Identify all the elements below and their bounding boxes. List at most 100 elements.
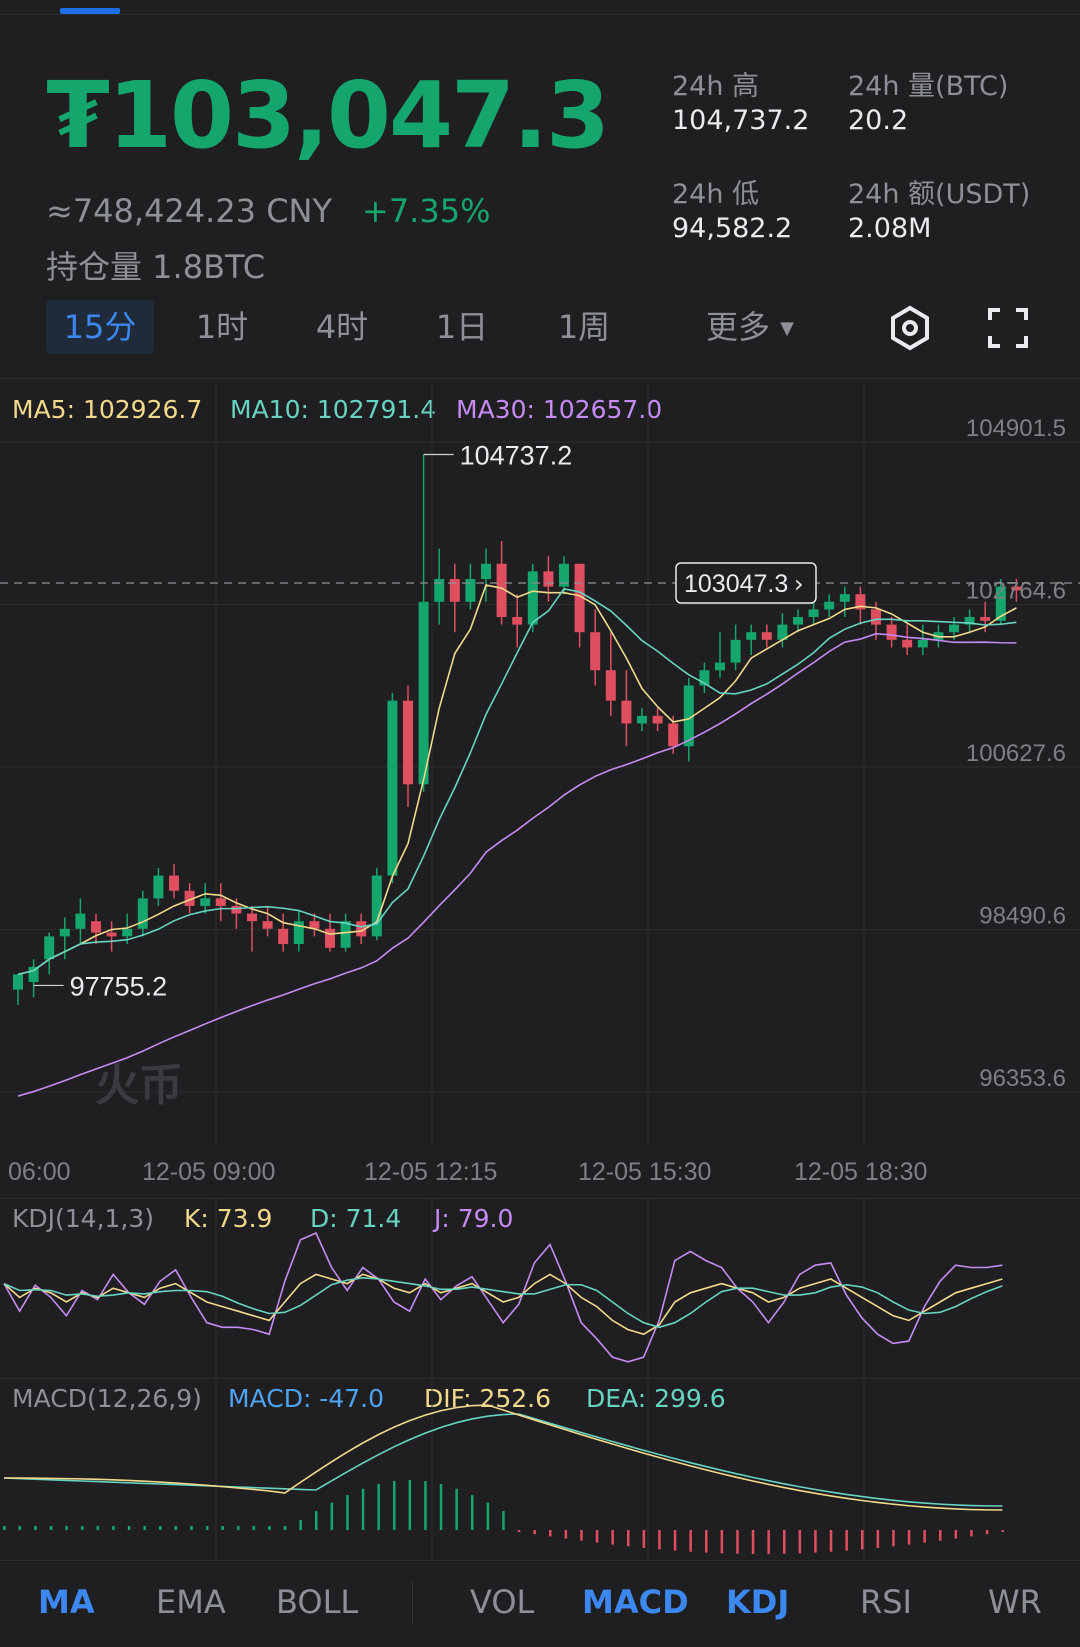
candle-body — [418, 601, 429, 785]
macd-histogram-bar — [330, 1502, 334, 1530]
candle-body — [59, 928, 70, 937]
candle-body — [902, 639, 913, 648]
macd-histogram-bar — [424, 1481, 427, 1530]
price-cny: ≈748,424.23 CNY — [46, 192, 333, 230]
macd-histogram-bar — [268, 1526, 271, 1530]
tab-ema[interactable]: EMA — [156, 1583, 226, 1621]
time-axis-label: 12-05 15:30 — [578, 1158, 712, 1186]
tab-wr[interactable]: WR — [988, 1583, 1042, 1621]
candle-body — [247, 913, 257, 922]
candle-body — [730, 639, 741, 663]
candle-body — [512, 617, 523, 625]
macd-histogram-bar — [611, 1530, 614, 1545]
tab-rsi[interactable]: RSI — [860, 1583, 912, 1621]
kdj-j-line — [3, 1231, 1003, 1363]
candle-body — [481, 563, 491, 579]
candle-body — [793, 617, 803, 625]
tab-1h[interactable]: 1时 — [180, 300, 264, 354]
candle-body — [169, 875, 179, 891]
macd-histogram-bar — [252, 1526, 256, 1530]
candle-body — [75, 913, 86, 929]
macd-dif-line — [3, 1404, 1003, 1511]
stat-24h-volume: 24h 量(BTC) 20.2 — [848, 64, 1008, 136]
macd-histogram-bar — [315, 1511, 318, 1530]
macd-histogram-bar — [985, 1530, 989, 1535]
macd-histogram-bar — [595, 1530, 599, 1543]
fullscreen-icon[interactable] — [984, 304, 1032, 352]
candle-body — [605, 670, 616, 701]
macd-histogram-bar — [439, 1483, 443, 1530]
tab-vol[interactable]: VOL — [470, 1583, 534, 1621]
macd-histogram-bar — [127, 1526, 131, 1530]
candle-body — [325, 928, 335, 948]
macd-histogram-bar — [892, 1530, 895, 1547]
candle-body — [590, 632, 601, 671]
low-price-label: 97755.2 — [70, 971, 168, 1001]
macd-histogram-bar — [112, 1526, 115, 1530]
candle-body — [278, 928, 289, 944]
candlestick-chart[interactable]: 火币 104901.5 102764.6 100627.6 98490.6 96353.… — [0, 380, 1080, 1200]
macd-histogram-bar — [533, 1530, 536, 1535]
macd-histogram-bar — [81, 1526, 84, 1530]
macd-histogram-bar — [174, 1526, 178, 1530]
settings-icon[interactable] — [886, 304, 934, 352]
kdj-chart[interactable] — [0, 1198, 1080, 1378]
tab-more[interactable]: 更多 ▼ — [690, 300, 810, 354]
macd-histogram-bar — [954, 1530, 958, 1539]
chevron-right-icon: › — [794, 570, 804, 598]
candle-body — [746, 632, 757, 640]
candle-body — [200, 898, 211, 906]
candle-body — [340, 921, 351, 948]
macd-histogram-bar — [705, 1530, 708, 1553]
macd-histogram-bar — [455, 1488, 458, 1530]
indicator-tabs: MA EMA BOLL VOL MACD KDJ RSI WR — [0, 1560, 1080, 1647]
candle-body — [215, 898, 226, 906]
macd-histogram-bar — [923, 1530, 926, 1543]
macd-histogram-bar — [642, 1530, 646, 1548]
macd-histogram-bar — [689, 1530, 692, 1552]
macd-histogram-bar — [299, 1520, 302, 1530]
candle-body — [231, 905, 242, 914]
candle-body — [28, 966, 39, 983]
macd-histogram-bar — [393, 1481, 396, 1530]
tab-1w[interactable]: 1周 — [542, 300, 626, 354]
candle-body — [917, 639, 928, 648]
macd-histogram-bar — [861, 1530, 864, 1550]
tab-1d[interactable]: 1日 — [420, 300, 504, 354]
tab-kdj[interactable]: KDJ — [726, 1583, 789, 1621]
macd-histogram-bar — [205, 1526, 209, 1530]
macd-histogram-bar — [377, 1483, 380, 1530]
macd-histogram-bar — [767, 1530, 770, 1554]
tab-boll[interactable]: BOLL — [276, 1583, 358, 1621]
change-percent: +7.35% — [362, 192, 491, 230]
candle-body — [949, 624, 959, 633]
tab-macd[interactable]: MACD — [582, 1583, 689, 1621]
tab-ma[interactable]: MA — [38, 1583, 95, 1621]
macd-dea-line — [3, 1413, 1003, 1507]
time-axis-label: 06:00 — [8, 1158, 71, 1186]
top-divider — [0, 14, 1080, 15]
macd-histogram-bar — [65, 1526, 68, 1530]
macd-histogram-bar — [361, 1488, 365, 1530]
macd-histogram-bar — [720, 1530, 724, 1554]
candle-body — [122, 928, 133, 937]
candle-body — [387, 700, 398, 876]
tab-4h[interactable]: 4时 — [300, 300, 384, 354]
candle-body — [91, 921, 101, 933]
tab-15m[interactable]: 15分 — [46, 300, 154, 354]
candle-body — [886, 624, 897, 640]
candle-body — [44, 936, 55, 960]
watermark-logo: 火币 — [95, 1061, 183, 1110]
macd-chart[interactable] — [0, 1378, 1080, 1560]
candle-body — [137, 898, 148, 929]
candle-body — [153, 875, 164, 899]
candle-body — [761, 632, 772, 640]
macd-histogram-bar — [845, 1530, 848, 1551]
high-price-label: 104737.2 — [460, 440, 573, 470]
ticker-header: ₮103,047.3 ≈748,424.23 CNY +7.35% 持仓量 1.… — [0, 22, 1080, 286]
candle-body — [824, 601, 835, 610]
price-axis-label: 104901.5 — [966, 415, 1066, 442]
macd-histogram-bar — [346, 1495, 349, 1530]
caret-down-icon: ▼ — [780, 318, 795, 339]
candle-body — [543, 571, 554, 587]
